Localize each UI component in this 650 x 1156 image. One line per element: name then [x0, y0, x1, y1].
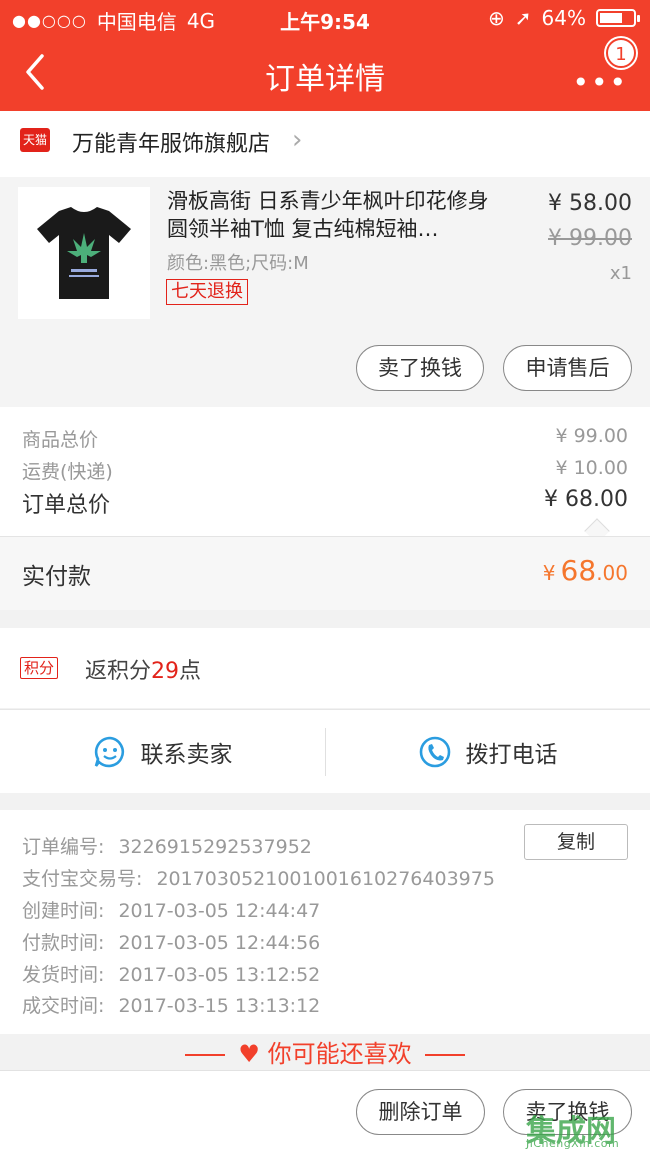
paid-currency: ¥ [542, 561, 556, 585]
tshirt-image [37, 207, 131, 299]
product-sku: 颜色:黑色;尺码:M [167, 253, 309, 274]
product-title[interactable]: 滑板高街 日系青少年枫叶印花修身圆领半袖T恤 复古纯棉短袖… [167, 187, 507, 243]
points-row: 积分 返积分29点 [0, 628, 650, 708]
battery-percent: 64% [541, 6, 586, 30]
info-label: 订单编号: [22, 836, 105, 858]
info-value: 2017030521001001610276403975 [156, 868, 495, 890]
store-row[interactable]: 天猫 万能青年服饰旗舰店 › [0, 111, 650, 177]
delete-order-button[interactable]: 删除订单 [356, 1089, 485, 1135]
order-total-value: ¥ 68.00 [544, 487, 628, 512]
paid-decimal: .00 [596, 561, 628, 585]
info-value: 2017-03-15 13:13:12 [118, 995, 321, 1017]
shipped-time-row: 发货时间: 2017-03-05 13:12:52 [22, 960, 320, 987]
paid-label: 实付款 [22, 564, 91, 590]
points-text: 返积分29点 [85, 653, 201, 685]
order-info: 复制 订单编号: 3226915292537952 支付宝交易号: 201703… [0, 810, 650, 1034]
paid-amount-row: 实付款 ¥ 68.00 [0, 536, 650, 610]
price-summary: 商品总价 ¥ 99.00 运费(快递) ¥ 10.00 订单总价 ¥ 68.00 [0, 407, 650, 544]
order-total-label: 订单总价 [22, 493, 111, 518]
points-prefix: 返积分 [85, 659, 152, 684]
app-header: ●●○○○ 中国电信 4G 上午9:54 ⊕ ➚ 64% 订单详情 ••• 1 [0, 0, 650, 111]
store-name: 万能青年服饰旗舰店 [72, 132, 271, 157]
product-thumbnail[interactable] [18, 187, 150, 319]
call-button[interactable]: 拨打电话 [325, 710, 650, 794]
phone-icon [419, 736, 450, 768]
shipping-value: ¥ 10.00 [555, 457, 628, 479]
watermark-logo: 集成网 JiChengXin.com [526, 1106, 644, 1150]
paid-time-row: 付款时间: 2017-03-05 12:44:56 [22, 928, 320, 955]
watermark-url: JiChengXin.com [526, 1137, 620, 1150]
location-icon: ➚ [514, 6, 532, 30]
order-number-row: 订单编号: 3226915292537952 [22, 832, 312, 859]
heart-icon: ♥ [238, 1040, 260, 1068]
notification-badge: 1 [606, 38, 636, 68]
info-value: 3226915292537952 [118, 836, 312, 858]
original-price: ¥ 99.00 [548, 226, 632, 251]
contact-seller-label: 联系卖家 [140, 742, 233, 768]
chat-icon [94, 736, 124, 768]
points-value: 29 [151, 659, 180, 684]
goods-total-value: ¥ 99.00 [555, 425, 628, 447]
product-price: ¥ 58.00 [548, 191, 632, 216]
info-label: 成交时间: [22, 995, 105, 1017]
nav-bar: 订单详情 ••• 1 [0, 36, 650, 111]
rotation-lock-icon: ⊕ [488, 6, 505, 30]
call-label: 拨打电话 [465, 742, 558, 768]
product-quantity: x1 [609, 263, 632, 284]
resell-button[interactable]: 卖了换钱 [356, 345, 484, 391]
tmall-icon: 天猫 [20, 128, 50, 152]
info-value: 2017-03-05 12:44:47 [118, 900, 321, 922]
points-suffix: 点 [179, 659, 202, 684]
info-label: 支付宝交易号: [22, 868, 143, 890]
more-button[interactable]: ••• [572, 66, 628, 99]
return-policy-badge: 七天退换 [166, 279, 248, 305]
page-title: 订单详情 [265, 62, 385, 97]
divider [184, 1054, 225, 1056]
info-value: 2017-03-05 12:44:56 [118, 932, 321, 954]
after-sale-button[interactable]: 申请售后 [503, 345, 632, 391]
info-value: 2017-03-05 13:12:52 [118, 964, 321, 986]
alipay-number-row: 支付宝交易号: 2017030521001001610276403975 [22, 864, 495, 891]
battery-icon [596, 9, 640, 27]
paid-value: ¥ 68.00 [543, 554, 628, 587]
paid-integer: 68 [560, 554, 597, 587]
divider [425, 1054, 466, 1056]
info-label: 发货时间: [22, 964, 105, 986]
copy-button[interactable]: 复制 [524, 824, 628, 860]
contact-bar: 联系卖家 拨打电话 [0, 709, 650, 793]
completed-time-row: 成交时间: 2017-03-15 13:13:12 [22, 991, 320, 1018]
created-time-row: 创建时间: 2017-03-05 12:44:47 [22, 896, 320, 923]
status-bar: ●●○○○ 中国电信 4G 上午9:54 ⊕ ➚ 64% [0, 0, 650, 36]
more-icon: ••• [572, 66, 628, 99]
info-label: 创建时间: [22, 900, 105, 922]
info-label: 付款时间: [22, 932, 105, 954]
chevron-right-icon: › [292, 125, 303, 155]
order-item: 滑板高街 日系青少年枫叶印花修身圆领半袖T恤 复古纯棉短袖… 颜色:黑色;尺码:… [0, 177, 650, 407]
goods-total-label: 商品总价 [22, 429, 99, 451]
points-badge: 积分 [20, 657, 59, 679]
shipping-label: 运费(快递) [22, 461, 113, 483]
contact-seller-button[interactable]: 联系卖家 [0, 710, 325, 794]
recommend-title: 你可能还喜欢 [267, 1040, 412, 1068]
recommend-header: ♥ 你可能还喜欢 [0, 1034, 650, 1070]
